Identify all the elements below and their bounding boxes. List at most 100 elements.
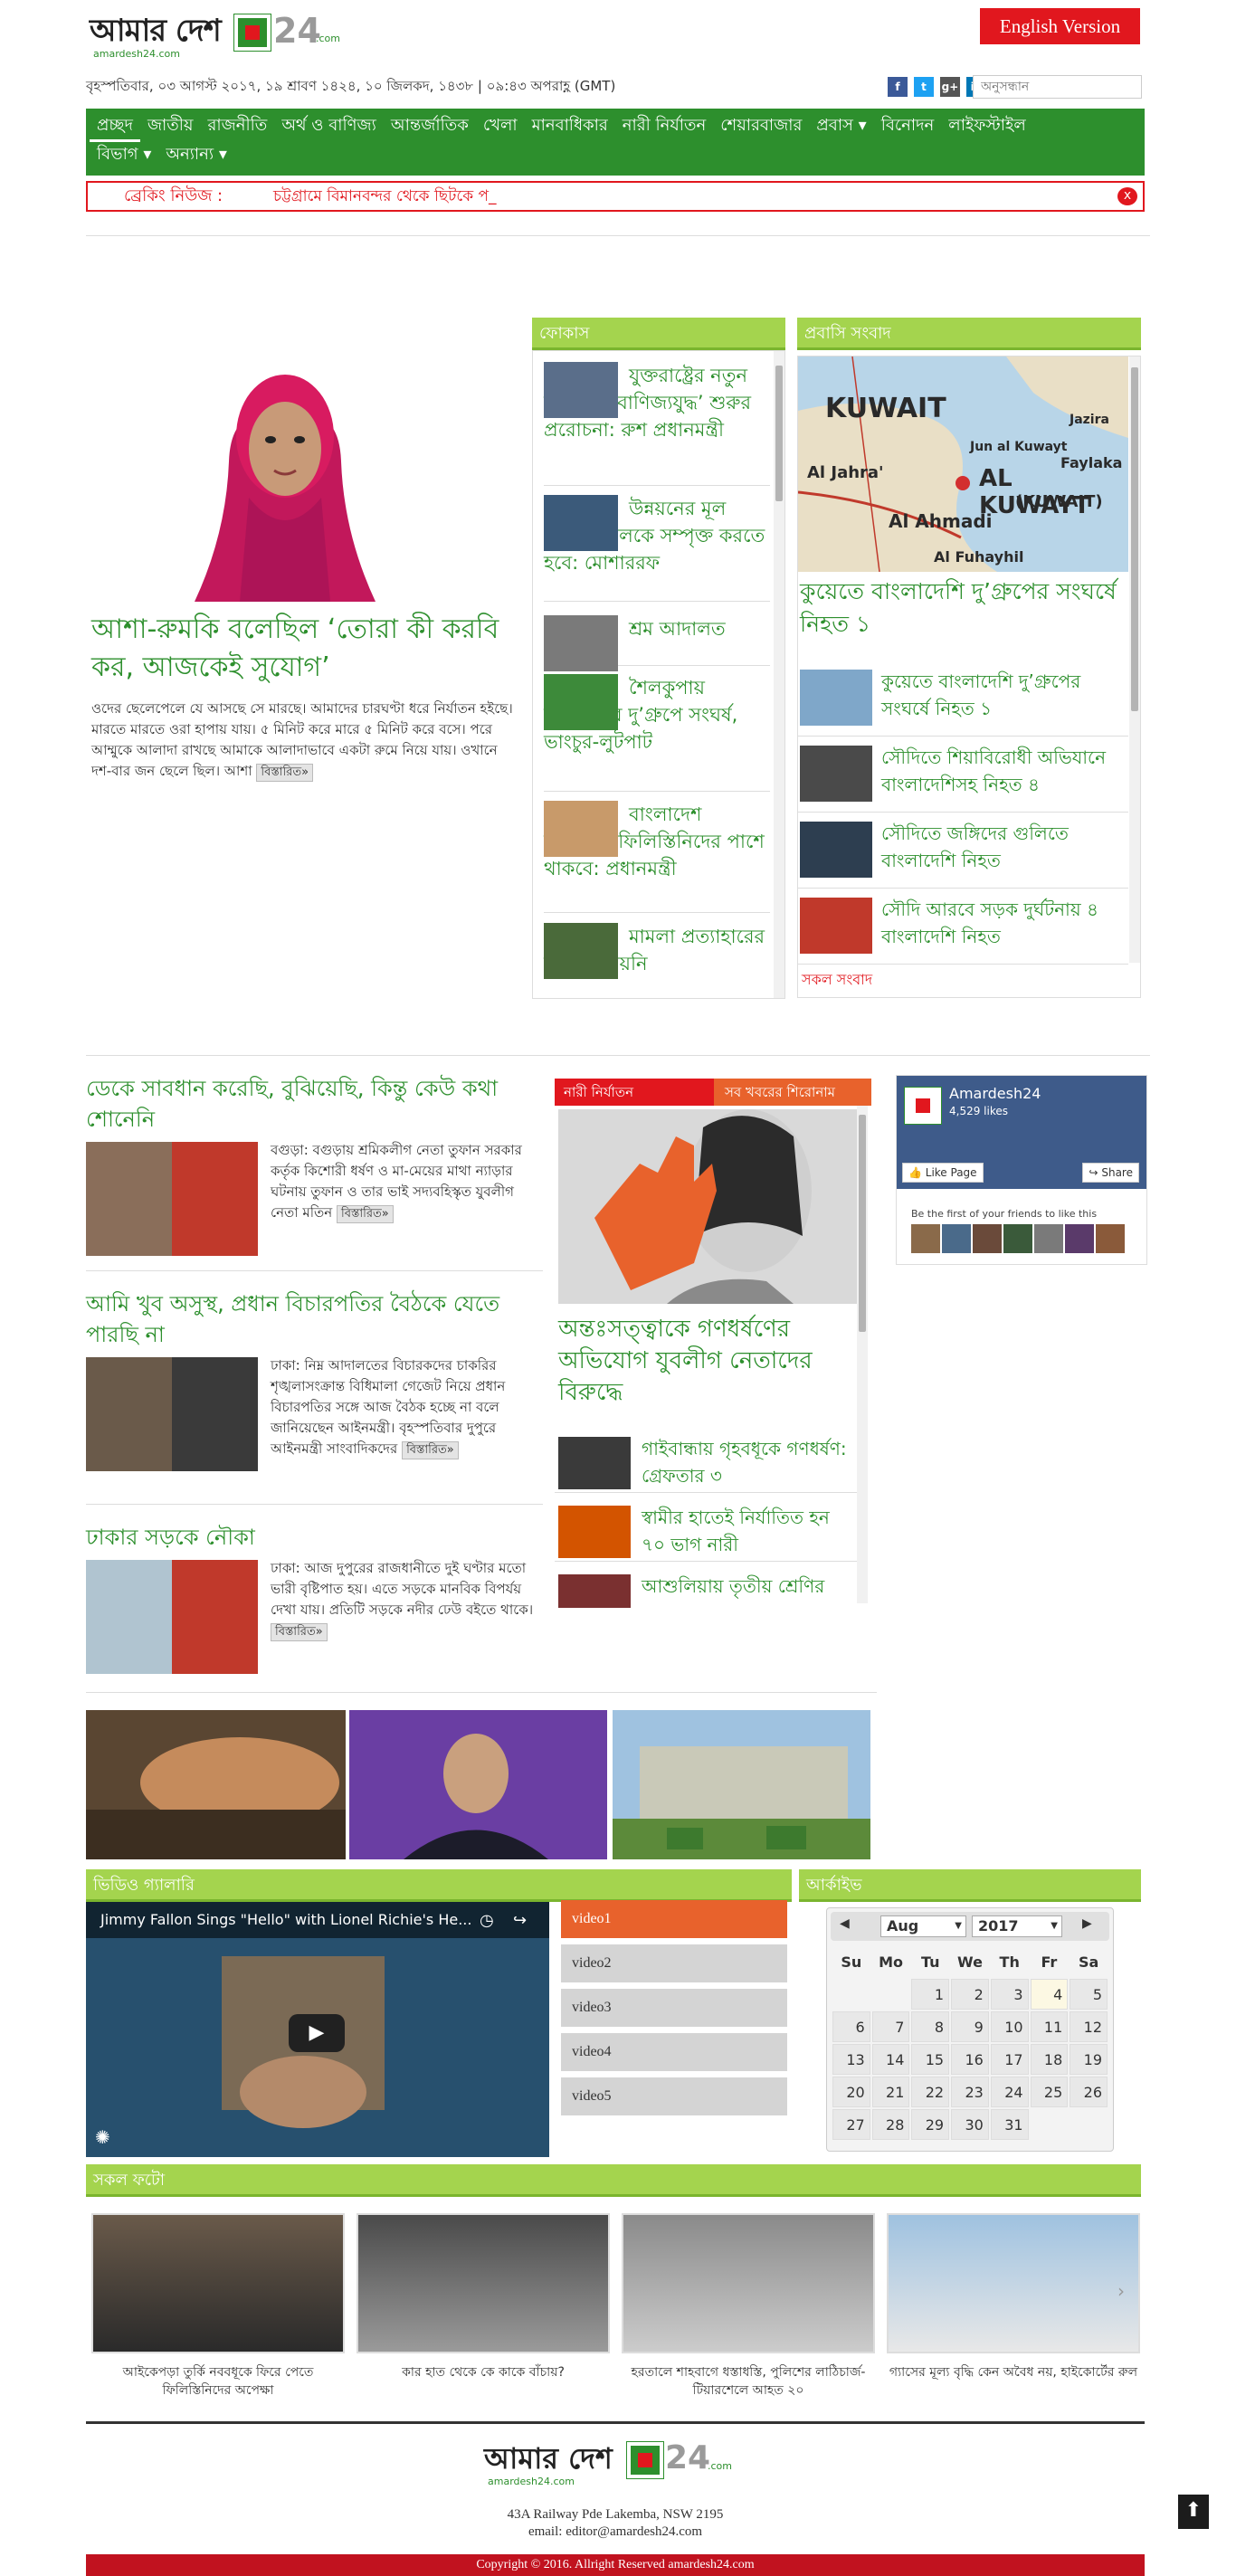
calendar-day[interactable]: 11: [1030, 2011, 1069, 2042]
googleplus-icon[interactable]: g+: [940, 77, 960, 97]
calendar-day[interactable]: 14: [871, 2044, 910, 2075]
probashi-item[interactable]: সৌদি আরবে সড়ক দুর্ঘটনায় ৪ বাংলাদেশি নি…: [798, 889, 1128, 965]
calendar-day[interactable]: 1: [911, 1979, 950, 2010]
probashi-item-title[interactable]: সৌদি আরবে সড়ক দুর্ঘটনায় ৪ বাংলাদেশি নি…: [881, 896, 1117, 950]
footer-email[interactable]: email: editor@amardesh24.com: [86, 2524, 1145, 2540]
focus-thumb[interactable]: [544, 362, 618, 418]
calendar-day[interactable]: 2: [951, 1979, 989, 2010]
nav-item-row1-4[interactable]: আন্তর্জাতিক: [384, 112, 476, 139]
avatar[interactable]: [1003, 1224, 1032, 1253]
video-title[interactable]: Jimmy Fallon Sings "Hello" with Lionel R…: [100, 1911, 471, 1928]
month-select[interactable]: Aug ▼: [880, 1915, 966, 1937]
strip-photo-1[interactable]: [86, 1710, 346, 1859]
probashi-thumb[interactable]: [800, 746, 872, 802]
video-item-5[interactable]: video5: [561, 2077, 787, 2115]
next-month-button[interactable]: ▶: [1082, 1916, 1100, 1934]
calendar-day[interactable]: 31: [990, 2109, 1029, 2140]
breaking-close-button[interactable]: x: [1117, 187, 1137, 205]
photo-caption[interactable]: হরতালে শাহবাগে ধস্তাধস্তি, পুলিশের লাঠিচ…: [622, 2363, 875, 2400]
nari-item[interactable]: গাইবান্ধায় গৃহবধূকে গণধর্ষণ: গ্রেফতার ৩: [555, 1424, 858, 1493]
video-player[interactable]: Jimmy Fallon Sings "Hello" with Lionel R…: [86, 1902, 549, 2157]
calendar-day[interactable]: 13: [832, 2044, 870, 2075]
nari-item[interactable]: আশুলিয়ায় তৃতীয় শ্রেণির: [555, 1562, 858, 1608]
focus-item[interactable]: শৈলকুপায় আ’লীগের দু’গ্রুপে সংঘর্ষ, ভাংচ…: [544, 674, 770, 792]
calendar-day[interactable]: 10: [990, 2011, 1029, 2042]
breaking-ticker[interactable]: চট্টগ্রামে বিমানবন্দর থেকে ছিটকে প_: [273, 183, 497, 210]
english-version-button[interactable]: English Version: [980, 8, 1140, 44]
fb-page-name[interactable]: Amardesh24: [949, 1085, 1041, 1102]
probashi-thumb[interactable]: [800, 822, 872, 878]
site-logo[interactable]: আমার দেশ 24 .com amardesh24.com: [90, 11, 352, 60]
calendar-day[interactable]: 21: [871, 2077, 910, 2107]
avatar[interactable]: [1065, 1224, 1094, 1253]
nav-item-row1-2[interactable]: রাজনীতি: [201, 112, 275, 139]
strip-photo-3[interactable]: [613, 1710, 870, 1859]
nav-item-row2-0[interactable]: বিভাগ ▾: [90, 141, 158, 168]
nari-item-title[interactable]: আশুলিয়ায় তৃতীয় শ্রেণির: [642, 1573, 850, 1600]
focus-scrollbar[interactable]: [774, 351, 784, 998]
lead-more-button[interactable]: বিস্তারিত»: [256, 764, 314, 782]
tab-nari[interactable]: নারী নির্যাতন: [555, 1079, 714, 1106]
photo-thumb[interactable]: [91, 2213, 345, 2353]
play-button[interactable]: ▶: [289, 2014, 345, 2052]
story-title[interactable]: আমি খুব অসুস্থ, প্রধান বিচারপতির বৈঠকে য…: [86, 1288, 538, 1350]
nari-thumb[interactable]: [558, 1574, 631, 1608]
photo-caption[interactable]: আইকেপড়া তুর্কি নববধূকে ফিরে পেতে ফিলিস্…: [91, 2363, 345, 2400]
probashi-all-link[interactable]: সকল সংবাদ: [802, 968, 872, 993]
share-icon[interactable]: ↪: [513, 1911, 527, 1930]
calendar-day[interactable]: 16: [951, 2044, 989, 2075]
calendar-day[interactable]: 26: [1070, 2077, 1108, 2107]
nari-lead-photo[interactable]: [558, 1109, 857, 1304]
probashi-thumb[interactable]: [800, 898, 872, 954]
focus-thumb[interactable]: [544, 495, 618, 551]
prev-month-button[interactable]: ◀: [840, 1916, 858, 1934]
nari-thumb[interactable]: [558, 1437, 631, 1489]
story-more-button[interactable]: বিস্তারিত»: [271, 1623, 328, 1641]
story-thumb[interactable]: [86, 1142, 258, 1256]
focus-thumb[interactable]: [544, 923, 618, 979]
nav-item-row1-0[interactable]: প্রচ্ছদ: [90, 112, 140, 142]
strip-photo-2[interactable]: [349, 1710, 607, 1859]
calendar-day[interactable]: 17: [990, 2044, 1029, 2075]
nav-item-row1-8[interactable]: শেয়ারবাজার: [713, 112, 809, 139]
probashi-item-title[interactable]: কুয়েতে বাংলাদেশি দু’গ্রুপের সংঘর্ষে নিহ…: [881, 668, 1117, 722]
video-item-4[interactable]: video4: [561, 2033, 787, 2071]
calendar-day[interactable]: 25: [1030, 2077, 1069, 2107]
calendar-day[interactable]: 9: [951, 2011, 989, 2042]
calendar-day[interactable]: 18: [1030, 2044, 1069, 2075]
focus-item[interactable]: মামলা প্রত্যাহারের সিদ্ধান্ত নেয়নি: [544, 923, 770, 998]
tab-all-headlines[interactable]: সব খবরের শিরোনাম: [714, 1079, 871, 1106]
calendar-day[interactable]: 7: [871, 2011, 910, 2042]
story-more-button[interactable]: বিস্তারিত»: [402, 1441, 459, 1459]
calendar-day[interactable]: 8: [911, 2011, 950, 2042]
nav-item-row1-9[interactable]: প্রবাস ▾: [809, 112, 873, 139]
probashi-item[interactable]: কুয়েতে বাংলাদেশি দু’গ্রুপের সংঘর্ষে নিহ…: [798, 661, 1128, 737]
calendar-day[interactable]: 6: [832, 2011, 870, 2042]
calendar-day[interactable]: 30: [951, 2109, 989, 2140]
probashi-item[interactable]: সৌদিতে শিয়াবিরোধী অভিযানে বাংলাদেশিসহ ন…: [798, 737, 1128, 813]
calendar-day[interactable]: 12: [1070, 2011, 1108, 2042]
carousel-next-icon[interactable]: ›: [1117, 2280, 1125, 2302]
story-title[interactable]: ডেকে সাবধান করেছি, বুঝিয়েছি, কিন্তু কেউ…: [86, 1073, 538, 1135]
calendar-day[interactable]: 28: [871, 2109, 910, 2140]
avatar[interactable]: [1096, 1224, 1125, 1253]
story-title[interactable]: ঢাকার সড়কে নৌকা: [86, 1522, 538, 1553]
nav-item-row1-7[interactable]: নারী নির্যাতন: [615, 112, 713, 139]
nari-scrollbar[interactable]: [857, 1106, 868, 1603]
nav-item-row1-10[interactable]: বিনোদন: [874, 112, 942, 139]
nav-item-row2-1[interactable]: অন্যান্য ▾: [158, 141, 234, 168]
calendar-day[interactable]: 23: [951, 2077, 989, 2107]
nav-item-row1-5[interactable]: খেলা: [476, 112, 525, 139]
calendar-day[interactable]: 20: [832, 2077, 870, 2107]
story-thumb[interactable]: [86, 1357, 258, 1471]
twitter-icon[interactable]: t: [914, 77, 934, 97]
story-thumb[interactable]: [86, 1560, 258, 1674]
back-to-top-button[interactable]: ⬆: [1178, 2495, 1209, 2529]
calendar-day[interactable]: 27: [832, 2109, 870, 2140]
nari-lead-title[interactable]: অন্তঃসত্ত্বাকে গণধর্ষণের অভিযোগ যুবলীগ ন…: [558, 1314, 857, 1409]
nav-item-row1-3[interactable]: অর্থ ও বাণিজ্য: [274, 112, 384, 139]
calendar-day[interactable]: 29: [911, 2109, 950, 2140]
photo-thumb[interactable]: [357, 2213, 610, 2353]
photo-caption[interactable]: গ্যাসের মূল্য বৃদ্ধি কেন অবৈধ নয়, হাইকো…: [887, 2363, 1140, 2381]
lead-title[interactable]: আশা-রুমকি বলেছিল ‘তোরা কী করবি কর, আজকেই…: [91, 611, 517, 687]
